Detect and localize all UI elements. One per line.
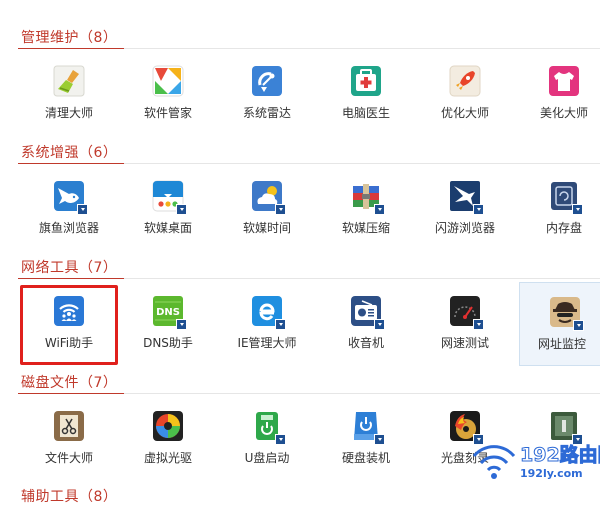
- tool-label: 软件管家: [143, 106, 192, 120]
- tool-cleanup-master[interactable]: 清理大师: [19, 49, 119, 141]
- tool-virtual-drive[interactable]: 虚拟光驱: [118, 394, 218, 486]
- section-title: 网络工具（7）: [21, 260, 118, 276]
- tool-label: U盘启动: [244, 451, 290, 465]
- tool-ruanmei-desktop[interactable]: 软媒桌面: [118, 164, 218, 256]
- tool-label: 内存盘: [545, 221, 582, 235]
- download-badge-icon: [572, 204, 583, 215]
- download-badge-icon: [77, 204, 88, 215]
- tool-label: 文件大师: [44, 451, 93, 465]
- ram-disk-icon: [548, 180, 583, 215]
- tool-beautify-master[interactable]: 美化大师: [514, 49, 600, 141]
- download-badge-icon: [176, 319, 187, 330]
- tool-label: DNS助手: [143, 336, 193, 350]
- tool-flash-browser[interactable]: 闪游浏览器: [415, 164, 515, 256]
- archive-books-icon: [350, 180, 385, 215]
- tool-label: 网址监控: [537, 337, 586, 351]
- download-badge-icon: [374, 204, 385, 215]
- tool-label: 旗鱼浏览器: [38, 221, 99, 235]
- tool-label: 系统雷达: [242, 106, 291, 120]
- tool-file-master[interactable]: 文件大师: [19, 394, 119, 486]
- section-title: 辅助工具（8）: [21, 489, 118, 505]
- tool-label: 电脑医生: [341, 106, 390, 120]
- tool-usb-boot[interactable]: U盘启动: [217, 394, 317, 486]
- download-badge-icon: [473, 319, 484, 330]
- tool-label: 软媒时间: [242, 221, 291, 235]
- tool-label: 美化大师: [539, 106, 588, 120]
- swordfish-browser-icon: [53, 180, 88, 215]
- dns-icon: DNS: [152, 295, 187, 330]
- tool-label: 软媒桌面: [143, 221, 192, 235]
- flash-browser-icon: [449, 180, 484, 215]
- tool-swordfish-browser[interactable]: 旗鱼浏览器: [19, 164, 119, 256]
- tool-label: 优化大师: [440, 106, 489, 120]
- rocket-icon: [449, 65, 481, 97]
- radio-icon: [350, 295, 385, 330]
- tool-ram-disk[interactable]: 内存盘: [514, 164, 600, 256]
- tool-speed-test[interactable]: 网速测试: [415, 279, 515, 371]
- section-title: 管理维护（8）: [21, 30, 118, 46]
- highlight-box: [20, 285, 118, 365]
- download-badge-icon: [275, 204, 286, 215]
- download-badge-icon: [374, 319, 385, 330]
- section-title: 磁盘文件（7）: [21, 375, 118, 391]
- tool-label: 收音机: [347, 336, 384, 350]
- download-badge-icon: [275, 434, 286, 445]
- tool-ruanmei-time[interactable]: 软媒时间: [217, 164, 317, 256]
- safe-box-icon: [548, 410, 583, 445]
- tool-label: 闪游浏览器: [434, 221, 495, 235]
- tool-system-radar[interactable]: 系统雷达: [217, 49, 317, 141]
- ie-logo-icon: [251, 295, 286, 330]
- download-badge-icon: [374, 434, 385, 445]
- watermark-wifi-icon: [472, 445, 516, 479]
- svg-text:DNS: DNS: [156, 307, 180, 318]
- scissors-file-icon: [53, 410, 85, 442]
- radar-icon: [251, 65, 283, 97]
- download-badge-icon: [473, 204, 484, 215]
- tool-label: 清理大师: [44, 106, 93, 120]
- tshirt-icon: [548, 65, 580, 97]
- tool-hdd-install[interactable]: 硬盘装机: [316, 394, 416, 486]
- tool-label: 硬盘装机: [341, 451, 390, 465]
- tool-radio[interactable]: 收音机: [316, 279, 416, 371]
- spy-icon: [549, 296, 584, 331]
- tool-url-monitor[interactable]: 网址监控: [519, 282, 600, 366]
- tool-pc-doctor[interactable]: 电脑医生: [316, 49, 416, 141]
- desktop-dots-icon: [152, 180, 187, 215]
- tool-optimize-master[interactable]: 优化大师: [415, 49, 515, 141]
- download-badge-icon: [573, 320, 584, 331]
- download-badge-icon: [275, 319, 286, 330]
- tool-ruanmei-compress[interactable]: 软媒压缩: [316, 164, 416, 256]
- usb-power-icon: [251, 410, 286, 445]
- disc-burn-icon: [449, 410, 484, 445]
- download-badge-icon: [176, 204, 187, 215]
- watermark: 192路由网 192ly.com: [468, 440, 600, 486]
- tool-label: 软媒压缩: [341, 221, 390, 235]
- tool-dns-assistant[interactable]: DNS DNS助手: [118, 279, 218, 371]
- broom-icon: [53, 65, 85, 97]
- tool-label: 网速测试: [440, 336, 489, 350]
- tool-label: 虚拟光驱: [143, 451, 192, 465]
- watermark-url: 192ly.com: [520, 467, 583, 480]
- speedometer-icon: [449, 295, 484, 330]
- tool-ie-manager[interactable]: IE管理大师: [217, 279, 317, 371]
- watermark-brand: 192路由网: [520, 444, 600, 467]
- optical-disc-icon: [152, 410, 184, 442]
- software-manager-icon: [152, 65, 184, 97]
- medical-kit-icon: [350, 65, 382, 97]
- tool-label: IE管理大师: [237, 336, 297, 350]
- tool-software-manager[interactable]: 软件管家: [118, 49, 218, 141]
- hdd-power-icon: [350, 410, 385, 445]
- section-title: 系统增强（6）: [21, 145, 118, 161]
- weather-clock-icon: [251, 180, 286, 215]
